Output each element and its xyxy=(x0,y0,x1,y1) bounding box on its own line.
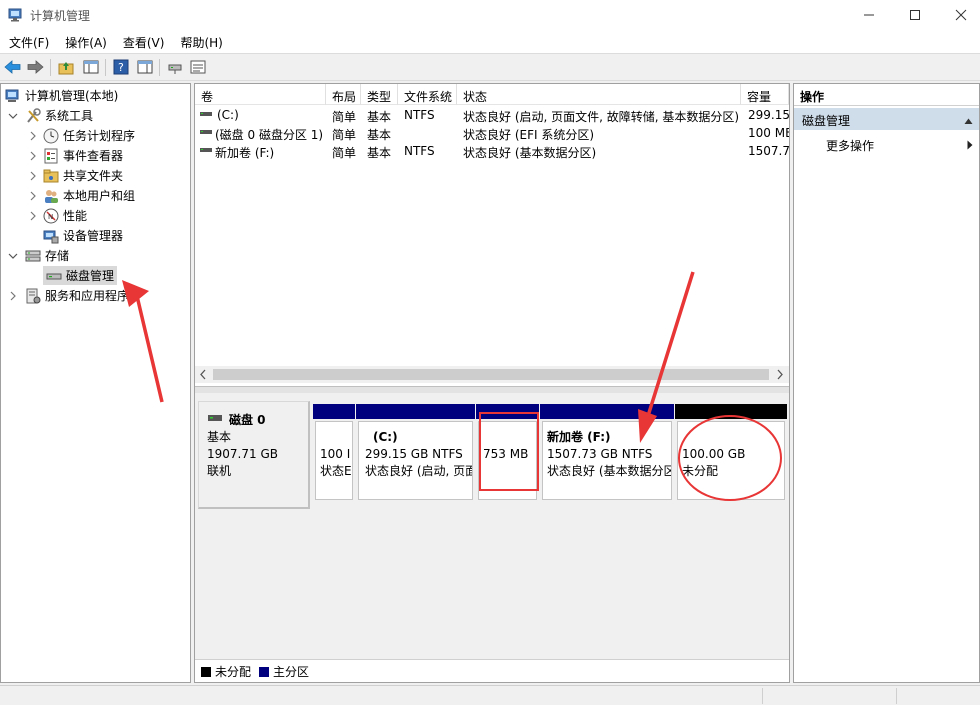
action-more-actions[interactable]: 更多操作 xyxy=(794,134,979,154)
minimize-icon xyxy=(864,14,874,16)
minimize-button[interactable] xyxy=(846,0,892,30)
menu-action[interactable]: 操作(A) xyxy=(56,30,114,53)
actions-section-disk-management[interactable]: 磁盘管理 xyxy=(794,108,979,130)
window-title: 计算机管理 xyxy=(30,9,91,23)
legend: 未分配 主分区 xyxy=(195,659,789,682)
menu-file[interactable]: 文件(F) xyxy=(0,30,56,53)
properties-list-icon xyxy=(190,60,206,74)
console-tree-icon xyxy=(83,60,99,74)
drive-connect-icon xyxy=(168,64,182,74)
action-label: 更多操作 xyxy=(826,139,875,153)
menu-view[interactable]: 查看(V) xyxy=(114,30,172,53)
close-icon xyxy=(955,9,967,21)
forward-arrow-icon xyxy=(27,60,44,74)
up-level-button[interactable] xyxy=(57,58,75,76)
legend-swatch-primary xyxy=(259,666,270,677)
toolbar-separator xyxy=(159,59,160,76)
actions-title: 操作 xyxy=(794,84,979,106)
maximize-icon xyxy=(910,10,920,20)
back-arrow-icon xyxy=(4,60,21,74)
console-tree: 计算机管理(本地) 系统工具 任务计划程序 事件查看器 共享文件夹 本地用户和组… xyxy=(0,83,191,683)
show-hide-tree-button[interactable] xyxy=(82,58,100,76)
folder-up-icon xyxy=(58,62,74,75)
properties-button[interactable] xyxy=(189,58,207,76)
annotation-arrow xyxy=(122,280,164,403)
actions-section-label: 磁盘管理 xyxy=(802,114,851,128)
forward-button[interactable] xyxy=(26,58,44,76)
status-bar xyxy=(0,685,980,705)
close-button[interactable] xyxy=(938,0,980,30)
maximize-button[interactable] xyxy=(892,0,938,30)
menu-help[interactable]: 帮助(H) xyxy=(171,30,229,53)
collapse-icon[interactable] xyxy=(964,114,973,128)
annotation-overlay xyxy=(479,271,782,501)
status-divider xyxy=(762,688,763,704)
status-divider xyxy=(896,688,897,704)
svg-text:?: ? xyxy=(118,61,124,74)
show-hide-action-pane-button[interactable] xyxy=(136,58,154,76)
connect-button[interactable] xyxy=(166,58,184,76)
actions-pane: 操作 磁盘管理 更多操作 xyxy=(793,83,980,683)
back-button[interactable] xyxy=(4,58,22,76)
submenu-arrow-icon xyxy=(967,139,973,153)
menu-bar: 文件(F) 操作(A) 查看(V) 帮助(H) xyxy=(0,30,980,53)
action-pane-icon xyxy=(137,60,153,74)
toolbar-separator xyxy=(50,59,51,76)
legend-swatch-unallocated xyxy=(201,666,211,677)
help-icon: ? xyxy=(113,59,129,75)
toolbar: ? xyxy=(0,53,980,81)
disk-management-pane: 卷 布局 类型 文件系统 状态 容量 (C:) 简单 基本 NTFS 状态良好 … xyxy=(194,83,790,683)
computer-management-icon xyxy=(8,7,24,23)
legend-primary: 主分区 xyxy=(273,665,310,679)
help-button[interactable]: ? xyxy=(112,58,130,76)
legend-unallocated: 未分配 xyxy=(215,665,252,679)
title-bar: 计算机管理 xyxy=(0,0,980,30)
toolbar-separator xyxy=(105,59,106,76)
